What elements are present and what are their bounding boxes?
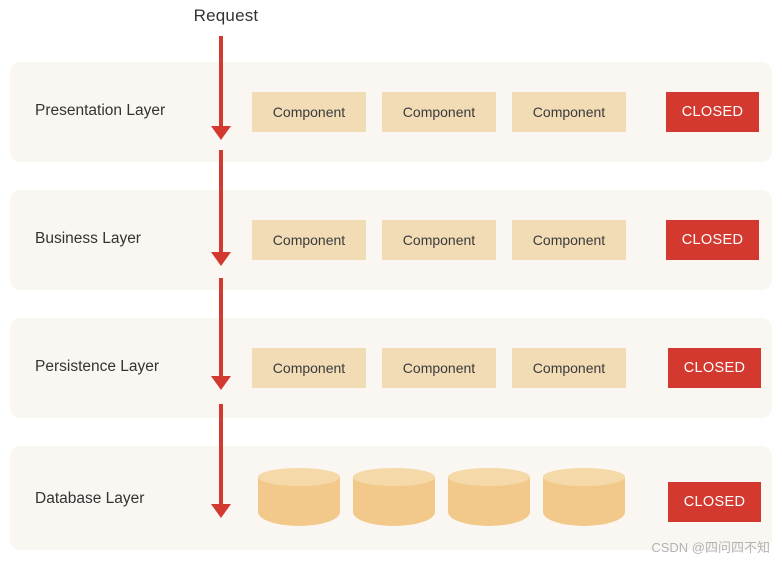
database-cylinder[interactable]	[353, 468, 435, 526]
request-label: Request	[193, 6, 259, 25]
component-box[interactable]: Component	[382, 220, 496, 260]
component-box[interactable]: Component	[382, 348, 496, 388]
component-box[interactable]: Component	[382, 92, 496, 132]
status-badge-closed: CLOSED	[668, 348, 761, 388]
database-cylinder[interactable]	[543, 468, 625, 526]
arrow-shaft-business	[219, 150, 223, 254]
component-box[interactable]: Component	[512, 220, 626, 260]
watermark: CSDN @四问四不知	[651, 540, 770, 555]
status-badge-closed: CLOSED	[666, 220, 759, 260]
cylinder-top	[543, 468, 625, 486]
component-box[interactable]: Component	[512, 92, 626, 132]
layer-business: Business Layer Component Component Compo…	[10, 190, 772, 290]
component-box[interactable]: Component	[512, 348, 626, 388]
cylinder-top	[353, 468, 435, 486]
arrow-shaft-database	[219, 404, 223, 506]
layer-title-business: Business Layer	[35, 230, 141, 247]
component-box[interactable]: Component	[252, 348, 366, 388]
layer-title-persistence: Persistence Layer	[35, 358, 160, 375]
arrow-shaft-presentation	[219, 36, 223, 128]
layer-title-database: Database Layer	[35, 490, 145, 507]
database-cylinder[interactable]	[448, 468, 530, 526]
layer-persistence: Persistence Layer Component Component Co…	[10, 318, 772, 418]
arrow-head-presentation	[211, 126, 231, 140]
layer-presentation: Presentation Layer Component Component C…	[10, 62, 772, 162]
architecture-diagram: Request Presentation Layer Component Com…	[0, 0, 782, 562]
layer-title-presentation: Presentation Layer	[35, 102, 166, 119]
cylinder-top	[258, 468, 340, 486]
database-cylinder[interactable]	[258, 468, 340, 526]
arrow-head-persistence	[211, 376, 231, 390]
status-badge-closed: CLOSED	[666, 92, 759, 132]
status-badge-closed: CLOSED	[668, 482, 761, 522]
arrow-shaft-persistence	[219, 278, 223, 378]
component-box[interactable]: Component	[252, 92, 366, 132]
component-box[interactable]: Component	[252, 220, 366, 260]
layer-database: Database Layer CLOSED	[10, 446, 772, 550]
arrow-head-database	[211, 504, 231, 518]
arrow-head-business	[211, 252, 231, 266]
cylinder-top	[448, 468, 530, 486]
